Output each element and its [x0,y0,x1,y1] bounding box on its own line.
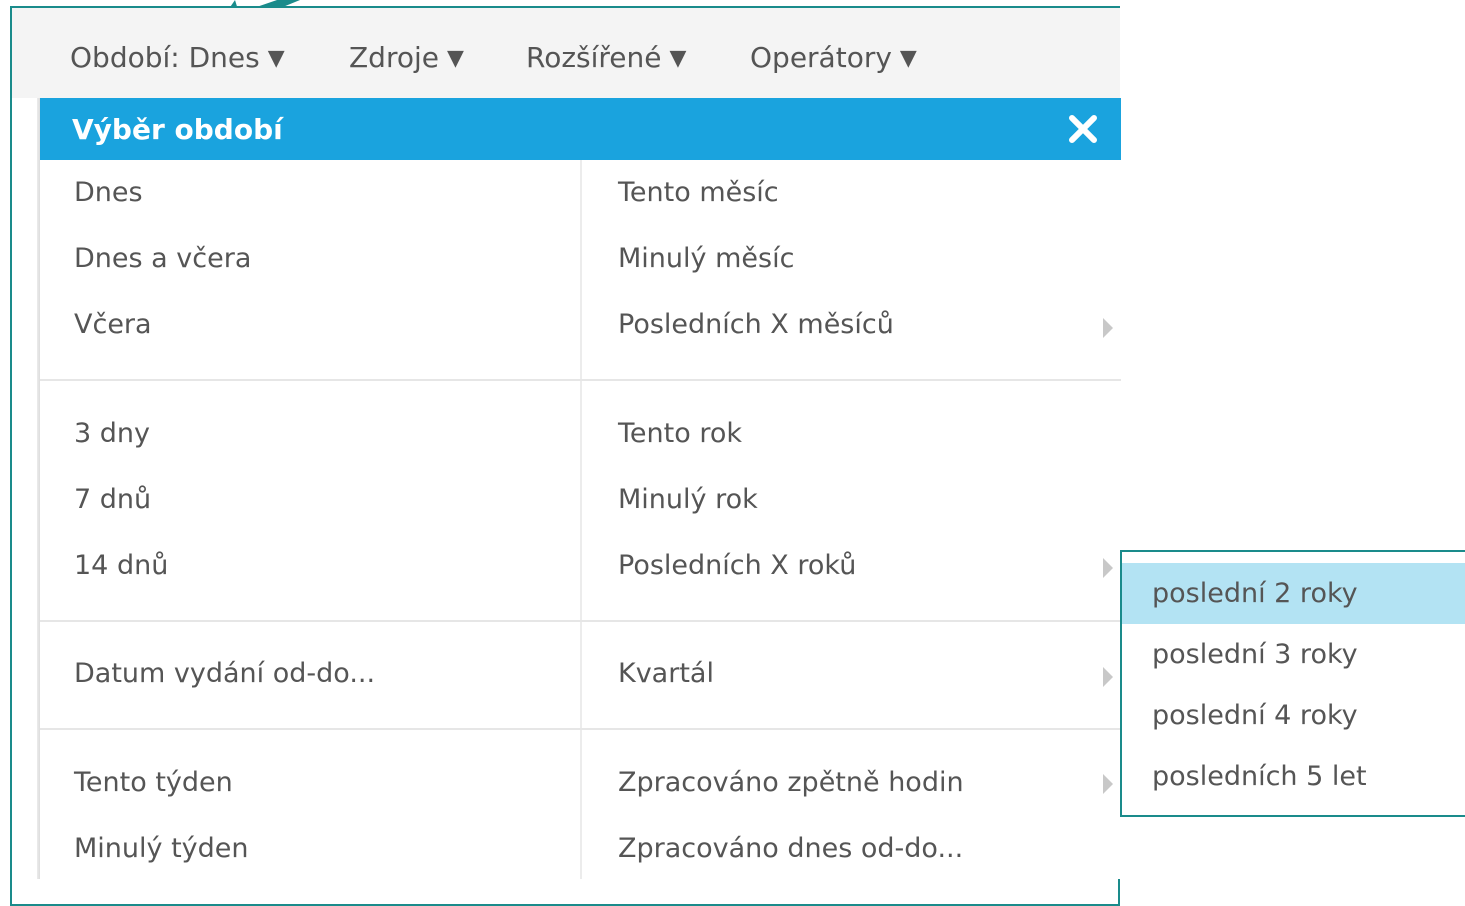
period-option-3-days[interactable]: 3 dny [74,418,150,449]
period-option-this-month[interactable]: Tento měsíc [618,177,779,208]
submenu-arrow-icon [1103,318,1113,338]
group-divider [40,620,1121,622]
period-menu-label: Období: Dnes [70,41,260,74]
close-icon[interactable] [1067,112,1099,146]
period-option-processed-today-range[interactable]: Zpracováno dnes od-do... [618,833,963,864]
sources-menu-button[interactable]: Zdroje ▼ [349,8,464,98]
period-option-yesterday[interactable]: Včera [74,309,152,340]
caret-down-icon: ▼ [669,46,687,71]
period-option-this-week[interactable]: Tento týden [74,767,233,798]
submenu-arrow-icon [1103,558,1113,578]
period-option-last-week[interactable]: Minulý týden [74,833,249,864]
advanced-menu-label: Rozšířené [526,41,662,74]
submenu-item-last-4-years[interactable]: poslední 4 roky [1122,685,1465,746]
sources-menu-label: Zdroje [349,41,439,74]
background-strip [12,98,40,879]
period-option-this-year[interactable]: Tento rok [618,418,742,449]
period-selection-panel: Výběr období Dnes Dnes a včera Včera 3 d… [40,98,1121,879]
submenu-item-last-3-years[interactable]: poslední 3 roky [1122,624,1465,685]
period-option-today[interactable]: Dnes [74,177,143,208]
period-option-14-days[interactable]: 14 dnů [74,550,168,581]
period-option-last-x-years[interactable]: Posledních X roků [618,550,856,581]
column-divider [580,160,582,879]
filter-toolbar: Období: Dnes ▼ Zdroje ▼ Rozšířené ▼ Operáto… [12,8,1120,99]
group-divider [40,728,1121,730]
period-option-last-x-months[interactable]: Posledních X měsíců [618,309,894,340]
submenu-item-last-5-years[interactable]: posledních 5 let [1122,746,1465,807]
period-option-last-month[interactable]: Minulý měsíc [618,243,794,274]
caret-down-icon: ▼ [267,46,285,71]
period-option-last-year[interactable]: Minulý rok [618,484,758,515]
period-option-7-days[interactable]: 7 dnů [74,484,151,515]
submenu-arrow-icon [1103,667,1113,687]
caret-down-icon: ▼ [899,46,917,71]
period-option-today-yesterday[interactable]: Dnes a včera [74,243,251,274]
period-option-processed-hours-back[interactable]: Zpracováno zpětně hodin [618,767,964,798]
period-menu-button[interactable]: Období: Dnes ▼ [70,8,285,98]
caret-down-icon: ▼ [447,46,464,71]
group-divider [40,379,1121,381]
submenu-item-last-2-years[interactable]: poslední 2 roky [1122,563,1465,624]
period-option-quarter[interactable]: Kvartál [618,658,714,689]
last-x-years-submenu: poslední 2 roky poslední 3 roky poslední… [1120,550,1465,817]
advanced-menu-button[interactable]: Rozšířené ▼ [526,8,686,98]
operators-menu-button[interactable]: Operátory ▼ [750,8,917,98]
panel-header: Výběr období [40,98,1121,160]
operators-menu-label: Operátory [750,41,892,74]
panel-title: Výběr období [72,113,283,146]
submenu-arrow-icon [1103,774,1113,794]
period-option-publish-date-range[interactable]: Datum vydání od-do... [74,658,375,689]
